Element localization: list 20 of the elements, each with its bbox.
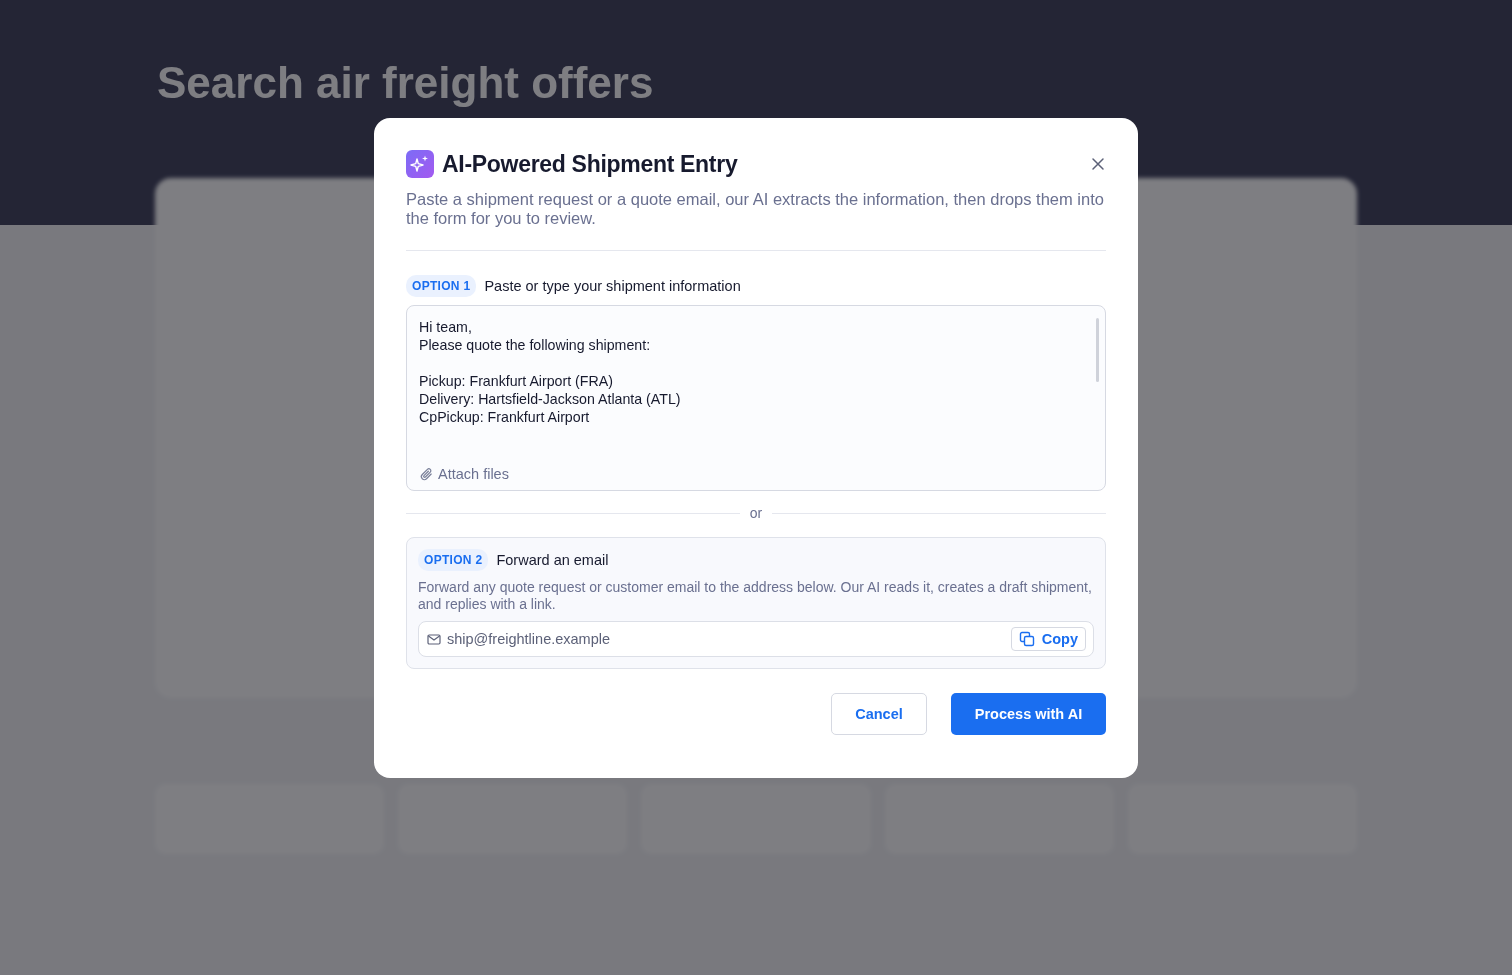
email-address: ship@freightline.example bbox=[447, 631, 612, 647]
option-label: Forward an email bbox=[496, 552, 609, 568]
mail-icon bbox=[427, 632, 441, 646]
close-icon[interactable] bbox=[1090, 156, 1106, 172]
option-badge: OPTION 1 bbox=[406, 275, 477, 297]
cancel-button[interactable]: Cancel bbox=[831, 693, 927, 735]
process-with-ai-button[interactable]: Process with AI bbox=[951, 693, 1106, 735]
option-label: Paste or type your shipment information bbox=[484, 278, 741, 294]
copy-icon bbox=[1018, 631, 1035, 647]
option-badge: OPTION 2 bbox=[418, 549, 489, 571]
copy-button[interactable]: Copy bbox=[1010, 627, 1086, 651]
forward-description: Forward any quote request or customer email to the address below. Our AI reads it, creates a draft shipment, and replies with a link. bbox=[418, 579, 1093, 613]
dialog-description: Paste a shipment request or a quote email, our AI extracts the information, then drops them into the form for you to review. bbox=[406, 190, 1105, 228]
or-divider-label: or bbox=[749, 505, 763, 521]
page-title: Search air freight offers bbox=[157, 58, 655, 108]
paperclip-icon bbox=[419, 466, 434, 482]
message-field[interactable]: Hi team, Please quote the following shipment: Pickup: Frankfurt Airport (FRA) Delivery: Hartsfield-Jackson Atlanta (ATL) CpPickup: Frankfurt Airport Attach files bbox=[406, 305, 1106, 491]
sparkle-icon bbox=[406, 150, 434, 178]
dialog-title: AI-Powered Shipment Entry bbox=[442, 150, 739, 178]
attach-files-button[interactable]: Attach files bbox=[419, 466, 509, 482]
